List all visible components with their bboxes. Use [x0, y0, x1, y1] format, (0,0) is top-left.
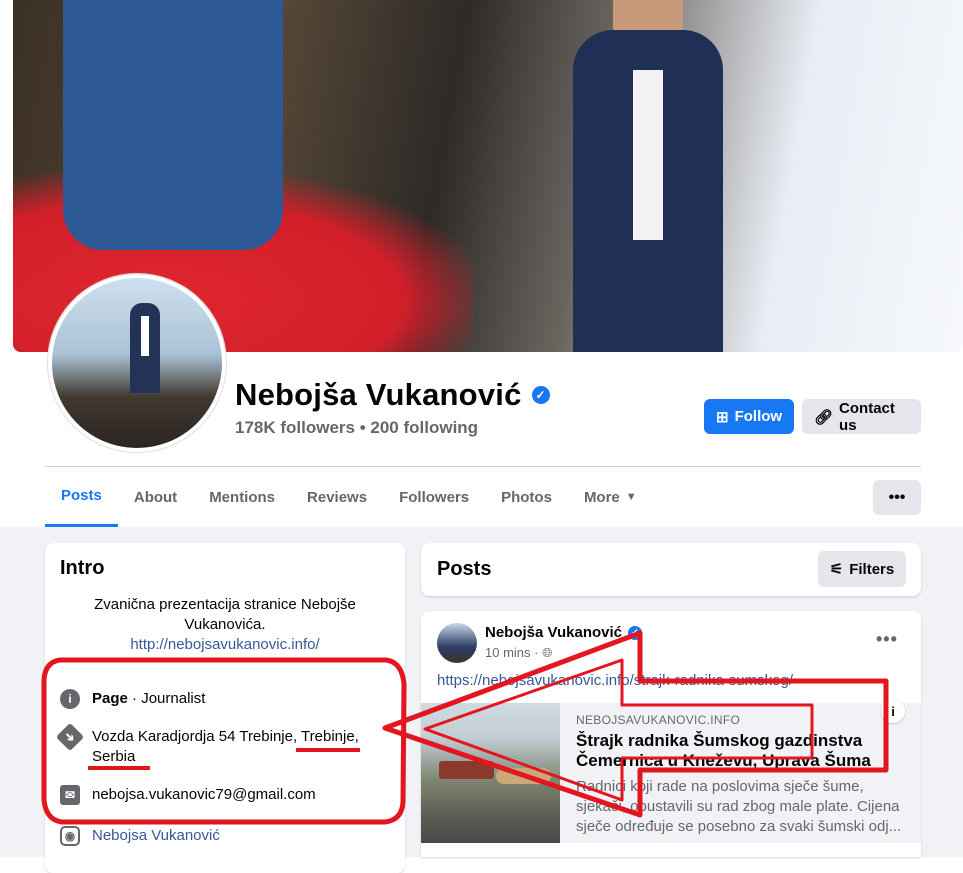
- tab-more[interactable]: More ▼: [568, 467, 653, 527]
- instagram-link[interactable]: Nebojsa Vukanović: [92, 826, 220, 846]
- email-text[interactable]: nebojsa.vukanovic79@gmail.com: [92, 785, 316, 805]
- link-preview-description: Radnici koji rade na poslovima sječe šum…: [576, 778, 902, 835]
- tab-about[interactable]: About: [118, 467, 193, 527]
- link-info-button[interactable]: i: [881, 699, 905, 723]
- link-preview-image: [421, 703, 560, 843]
- cover-person-right: [573, 30, 723, 352]
- intro-title: Intro: [60, 557, 105, 579]
- page-type: Page: [92, 690, 128, 707]
- profile-avatar[interactable]: [48, 274, 226, 452]
- logs-shape: [496, 768, 551, 784]
- ellipsis-icon: •••: [888, 488, 906, 506]
- intro-bio: Zvanična prezentacija stranice Nebojše V…: [60, 595, 390, 655]
- posts-title: Posts: [437, 558, 492, 580]
- posts-header-card: Posts ⚟ Filters: [421, 543, 921, 596]
- more-options-button[interactable]: •••: [873, 480, 921, 515]
- page-category-text: Page · Journalist: [92, 690, 206, 707]
- filters-label: Filters: [849, 560, 895, 578]
- link-preview-title: Štrajk radnika Šumskog gazdinstva Čemern…: [576, 731, 871, 770]
- follow-button[interactable]: ⊞ Follow: [704, 399, 794, 434]
- contact-us-button[interactable]: 🔗︎ Contact us: [802, 399, 921, 434]
- info-icon: i: [891, 703, 895, 719]
- profile-tabs: Posts About Mentions Reviews Followers P…: [45, 467, 653, 527]
- page-title: Nebojša Vukanović: [235, 377, 522, 412]
- follow-icon: ⊞: [716, 408, 729, 426]
- intro-page-category: i Page · Journalist: [60, 689, 380, 709]
- link-preview-domain: NEBOJSAVUKANOVIC.INFO: [576, 713, 741, 727]
- tab-mentions[interactable]: Mentions: [193, 467, 291, 527]
- caret-down-icon: ▼: [625, 491, 637, 503]
- intro-email: ✉ nebojsa.vukanovic79@gmail.com: [60, 785, 380, 805]
- page-title-row: Nebojša Vukanović ✓: [235, 377, 550, 413]
- avatar-figure-shirt: [141, 316, 149, 356]
- intro-card: Intro Zvanična prezentacija stranice Neb…: [45, 543, 405, 873]
- tab-more-label: More: [583, 488, 620, 506]
- cover-person-left: [63, 0, 283, 250]
- intro-instagram: ◉ Nebojsa Vukanović: [60, 826, 380, 846]
- verified-badge-icon: ✓: [628, 625, 642, 640]
- post-author-name[interactable]: Nebojša Vukanović: [485, 624, 622, 641]
- post-card: Nebojša Vukanović ✓ 10 mins · 🌐︎ ••• htt…: [421, 611, 921, 857]
- ellipsis-icon: •••: [876, 629, 898, 649]
- link-preview[interactable]: NEBOJSAVUKANOVIC.INFO Štrajk radnika Šum…: [421, 703, 921, 843]
- info-icon: i: [60, 689, 80, 709]
- post-timestamp[interactable]: 10 mins · 🌐︎: [485, 645, 553, 661]
- follow-button-label: Follow: [734, 408, 783, 425]
- filters-button[interactable]: ⚟ Filters: [818, 551, 906, 587]
- contact-button-label: Contact us: [839, 399, 895, 434]
- bio-website-link[interactable]: http://nebojsavukanovic.info/: [60, 635, 390, 655]
- tab-reviews[interactable]: Reviews: [291, 467, 383, 527]
- tab-posts[interactable]: Posts: [45, 467, 118, 527]
- post-author-avatar[interactable]: [437, 623, 477, 663]
- directions-icon: ➔: [55, 722, 85, 752]
- bio-text: Zvanična prezentacija stranice Nebojše V…: [94, 596, 356, 633]
- globe-icon: 🌐︎: [542, 645, 553, 660]
- post-time-text: 10 mins ·: [485, 645, 539, 660]
- tab-photos[interactable]: Photos: [485, 467, 568, 527]
- intro-address: ➔ Vozda Karadjordja 54 Trebinje, Trebinj…: [55, 722, 380, 767]
- email-icon: ✉: [60, 785, 80, 805]
- link-icon: 🔗︎: [814, 408, 834, 426]
- follower-stats[interactable]: 178K followers • 200 following: [235, 418, 478, 438]
- page-category: Journalist: [141, 690, 206, 707]
- post-options-button[interactable]: •••: [876, 629, 898, 650]
- tab-followers[interactable]: Followers: [383, 467, 485, 527]
- link-preview-text: NEBOJSAVUKANOVIC.INFO Štrajk radnika Šum…: [576, 713, 906, 837]
- address-text[interactable]: Vozda Karadjordja 54 Trebinje, Trebinje,…: [92, 727, 380, 767]
- post-author: Nebojša Vukanović ✓: [485, 624, 642, 641]
- instagram-icon: ◉: [60, 826, 80, 846]
- truck-shape: [439, 761, 494, 779]
- filters-icon: ⚟: [829, 561, 844, 578]
- post-link-url[interactable]: https://nebojsavukanovic.info/strajk-rad…: [437, 672, 793, 689]
- verified-badge-icon[interactable]: ✓: [531, 386, 550, 404]
